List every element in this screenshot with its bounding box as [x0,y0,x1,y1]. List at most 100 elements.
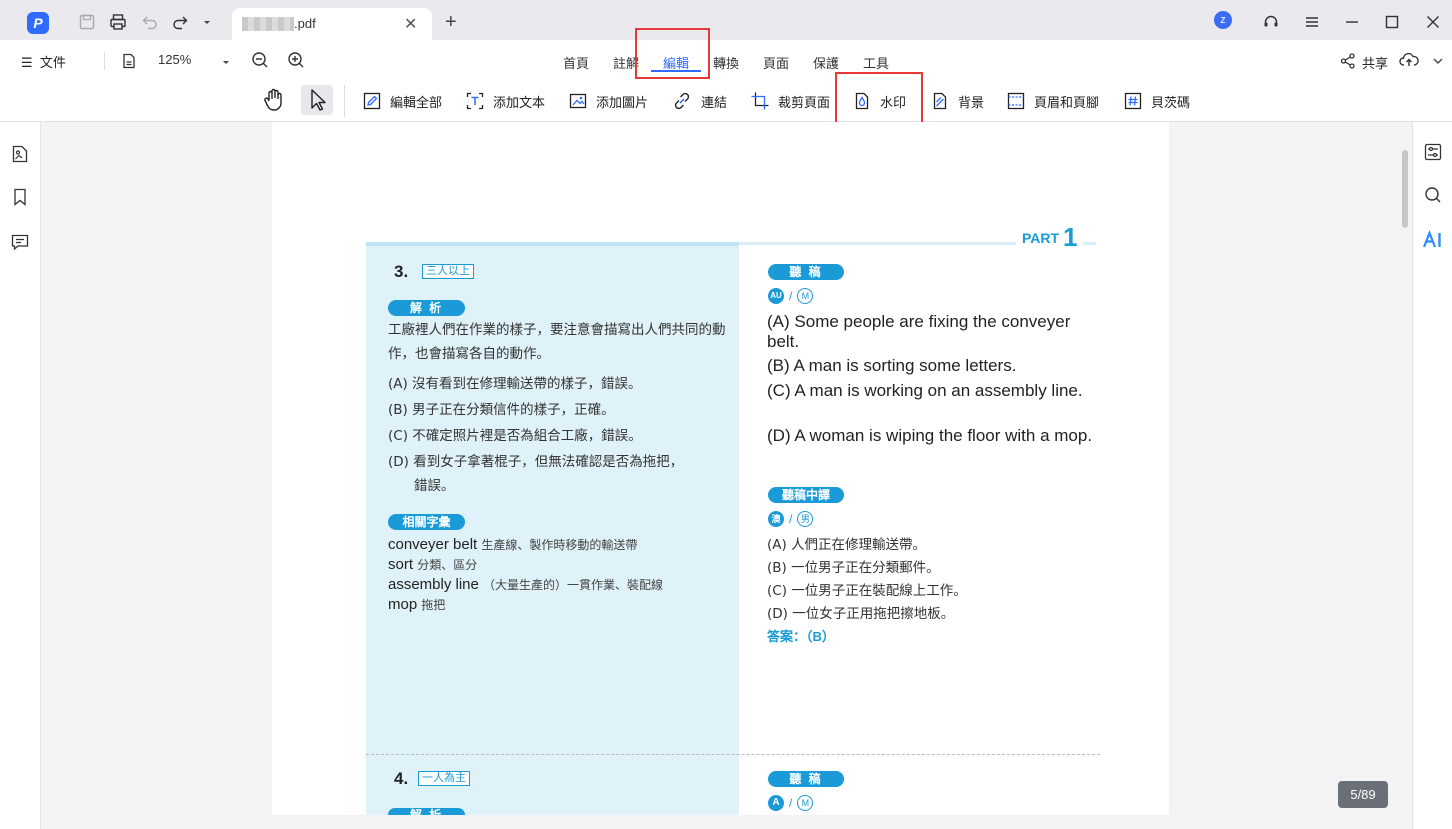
translation-line: (C) 一位男子正在裝配線上工作。 [767,583,967,599]
zoom-out-icon[interactable] [251,51,269,69]
tab-tools[interactable]: 工具 [863,53,889,72]
tab-page[interactable]: 頁面 [763,53,789,72]
question-number: 3. [394,262,409,281]
vocab-en: sort [388,556,414,573]
bates-button[interactable]: 貝茨碼 [1123,88,1190,114]
vocab-en: mop [388,596,418,613]
ai-assistant-icon[interactable] [1422,230,1444,250]
vocab-item: mop 拖把 [388,596,445,613]
header-footer-button[interactable]: 頁眉和頁腳 [1006,88,1099,114]
highlight-edit-tab [635,28,710,79]
link-label: 連結 [701,94,728,110]
undo-icon[interactable] [141,13,159,31]
add-image-label: 添加圖片 [596,94,649,110]
support-headset-icon[interactable] [1262,13,1280,31]
speaker-b-badge: 男 [797,511,814,527]
vocab-item: conveyer belt 生產線、製作時移動的輸送帶 [388,536,637,553]
analysis-option-c: (C) 不確定照片裡是否為組合工廠，錯誤。 [388,428,642,444]
vertical-scrollbar[interactable] [1402,150,1408,228]
select-tool-button[interactable] [301,85,333,115]
link-button[interactable]: 連結 [671,88,727,114]
add-image-button[interactable]: 添加圖片 [568,88,648,114]
tab-protect[interactable]: 保護 [813,53,839,72]
cloud-upload-icon[interactable] [1399,51,1419,69]
properties-icon[interactable] [1423,142,1443,162]
redo-icon[interactable] [171,13,189,31]
script-line-c: (C) A man is working on an assembly line… [767,381,1097,401]
analysis-text: 工廠裡人們在作業的樣子，要注意會描寫出人們共同的動作，也會描寫各自的動作。 [388,322,726,362]
header-footer-icon [1007,92,1025,110]
avatar[interactable]: z [1214,11,1232,29]
analysis-label: 解 析 [388,808,465,815]
part-word: PART [1022,230,1060,246]
share-icon[interactable] [1339,52,1357,70]
speaker-indicator: 澳 / 男 [768,511,814,527]
maximize-icon[interactable] [1383,13,1401,31]
separator [104,52,105,70]
print-icon[interactable] [109,13,127,31]
add-text-button[interactable]: 添加文本 [465,88,545,114]
tab-convert[interactable]: 轉換 [713,53,739,72]
script-text: A man is sorting some letters. [793,356,1017,375]
share-button[interactable]: 共享 [1362,53,1388,72]
app-logo-icon[interactable]: P [27,12,49,34]
analysis-option-b: (B) 男子正在分類信件的樣子，正確。 [388,402,615,418]
answer-text: 答案：（B） [767,629,835,644]
question-tag: 一人為主 [418,771,470,786]
analysis-option-a: (A) 沒有看到在修理輸送帶的樣子，錯誤。 [388,376,642,392]
translation-line: (B) 一位男子正在分類郵件。 [767,560,940,576]
more-icon[interactable] [1432,52,1444,70]
zoom-dropdown-icon[interactable] [219,53,233,71]
thumbnail-icon[interactable] [10,144,30,164]
vocab-label: 相關字彙 [388,514,465,530]
vocab-zh: 生產線、製作時移動的輸送帶 [481,538,638,552]
new-tab-icon[interactable]: + [445,11,457,34]
menu-icon[interactable] [1303,13,1321,31]
right-sidebar [1412,122,1452,829]
minimize-icon[interactable] [1343,13,1361,31]
script-label: 聽 稿 [768,264,844,280]
link-icon [674,92,690,110]
translation-label: 聽稿中譯 [768,487,844,503]
translation-line: (D) 一位女子正用拖把擦地板。 [767,606,955,622]
crop-page-button[interactable]: 裁剪頁面 [750,88,830,114]
analysis-option-d-cont: 錯誤。 [414,478,455,494]
speaker-a-badge: AU [768,288,784,304]
background-button[interactable]: 背景 [930,88,984,114]
vocab-zh: 拖把 [421,598,446,612]
separator [344,85,345,117]
analysis-option-d: (D) 看到女子拿著棍子，但無法確認是否為拖把， [388,454,684,470]
blurred-filename [242,17,294,31]
hand-tool-icon[interactable] [261,86,287,114]
crop-page-label: 裁剪頁面 [778,94,831,110]
question-tag: 三人以上 [422,264,474,279]
page-counter[interactable]: 5/89 [1338,781,1388,808]
zoom-level[interactable]: 125% [158,52,191,67]
script-line-d: (D) A woman is wiping the floor with a m… [767,426,1097,446]
file-menu-button[interactable]: ☰ 文件 [21,52,66,71]
comment-icon[interactable] [10,232,30,252]
question-number: 4. [394,769,409,788]
bookmark-icon[interactable] [10,187,30,207]
speaker-indicator: A / M [768,795,814,811]
translation-line: (A) 人們正在修理輸送帶。 [767,537,927,553]
close-tab-icon[interactable]: ✕ [404,14,417,34]
tab-home[interactable]: 首頁 [563,53,589,72]
chevron-down-icon[interactable] [200,13,214,31]
search-icon[interactable] [1423,185,1443,205]
script-text: A woman is wiping the floor with a mop. [794,426,1093,445]
edit-all-button[interactable]: 編輯全部 [362,88,442,114]
vocab-zh: （大量生產的）一貫作業、裝配線 [483,578,664,592]
close-window-icon[interactable] [1424,13,1442,31]
speaker-indicator: AU / M [768,288,814,304]
save-icon[interactable] [78,13,96,31]
script-key: (A) [767,312,790,331]
vocab-item: sort 分類、區分 [388,556,477,573]
edit-all-label: 編輯全部 [390,94,443,110]
page-view-icon[interactable] [120,52,138,70]
zoom-in-icon[interactable] [287,51,305,69]
menu-bar: ☰ 文件 125% 首頁 註解 編輯 轉換 頁面 保護 工具 共享 [0,40,1452,81]
document-tab[interactable]: .pdf ✕ [232,8,432,40]
cursor-icon [311,89,326,111]
script-text: A man is working on an assembly line. [794,381,1083,400]
